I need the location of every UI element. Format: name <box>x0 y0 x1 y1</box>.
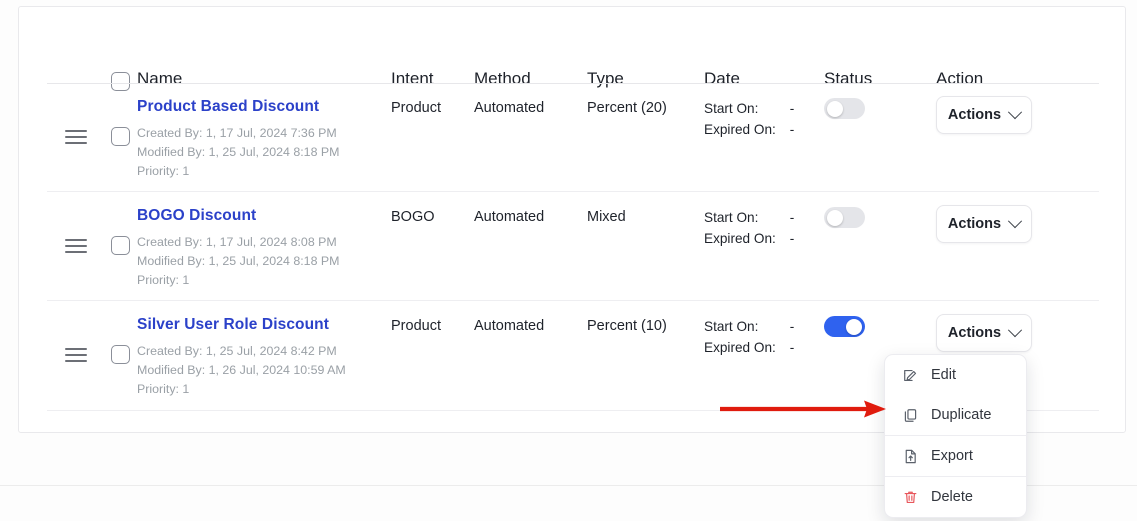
row-divider <box>47 191 1099 192</box>
checkbox-box <box>111 127 130 146</box>
drag-handle-icon[interactable] <box>65 130 87 144</box>
delete-icon <box>902 489 919 506</box>
actions-dropdown-menu: Edit Duplicate Export Delete <box>884 354 1027 518</box>
row-checkbox[interactable] <box>111 345 130 364</box>
column-header-intent[interactable]: Intent <box>391 69 434 89</box>
drag-handle-icon[interactable] <box>65 348 87 362</box>
cell-method: Automated <box>474 318 545 334</box>
row-created-meta: Created By: 1, 17 Jul, 2024 7:36 PM <box>137 126 337 140</box>
row-created-meta: Created By: 1, 17 Jul, 2024 8:08 PM <box>137 235 337 249</box>
date-start-value: - <box>789 101 795 116</box>
cell-type: Percent (10) <box>587 318 667 334</box>
menu-item-label: Duplicate <box>931 407 992 423</box>
column-header-date[interactable]: Date <box>704 69 740 89</box>
drag-handle-icon[interactable] <box>65 239 87 253</box>
actions-button[interactable]: Actions <box>936 314 1032 352</box>
date-expired-label: Expired On: <box>704 122 776 137</box>
actions-button-label: Actions <box>947 216 1002 232</box>
actions-button[interactable]: Actions <box>936 96 1032 134</box>
cell-date: Start On: - Expired On: - <box>704 207 794 249</box>
date-start-label: Start On: <box>704 210 759 225</box>
table-row: Product Based Discount Created By: 1, 17… <box>19 91 1127 192</box>
column-header-status[interactable]: Status <box>824 69 872 89</box>
annotation-arrow <box>718 396 890 422</box>
chevron-down-icon <box>1008 105 1023 120</box>
cell-type: Mixed <box>587 209 626 225</box>
date-start-label: Start On: <box>704 319 759 334</box>
edit-icon <box>902 367 919 384</box>
status-toggle[interactable] <box>824 316 865 337</box>
checkbox-box <box>111 236 130 255</box>
table-header: Name Intent Method Type Date Status Acti… <box>19 31 1127 91</box>
column-header-action: Action <box>936 69 984 88</box>
date-expired-value: - <box>789 231 795 246</box>
cell-type: Percent (20) <box>587 100 667 116</box>
row-priority-meta: Priority: 1 <box>137 273 190 287</box>
date-start-value: - <box>789 319 795 334</box>
row-modified-meta: Modified By: 1, 25 Jul, 2024 8:18 PM <box>137 145 340 159</box>
row-checkbox[interactable] <box>111 127 130 146</box>
checkbox-box <box>111 72 130 91</box>
chevron-down-icon <box>1008 214 1023 229</box>
menu-item-edit[interactable]: Edit <box>885 355 1026 395</box>
checkbox-box <box>111 345 130 364</box>
toggle-knob <box>827 100 843 117</box>
cell-intent: Product <box>391 318 441 334</box>
row-modified-meta: Modified By: 1, 26 Jul, 2024 10:59 AM <box>137 363 346 377</box>
menu-item-duplicate[interactable]: Duplicate <box>885 395 1026 435</box>
cell-intent: BOGO <box>391 209 435 225</box>
actions-button-label: Actions <box>947 107 1002 123</box>
select-all-checkbox[interactable] <box>111 72 130 91</box>
cell-intent: Product <box>391 100 441 116</box>
cell-method: Automated <box>474 209 545 225</box>
cell-date: Start On: - Expired On: - <box>704 98 794 140</box>
column-header-type[interactable]: Type <box>587 69 624 89</box>
menu-item-label: Edit <box>931 367 956 383</box>
row-created-meta: Created By: 1, 25 Jul, 2024 8:42 PM <box>137 344 337 358</box>
discount-name-link[interactable]: Silver User Role Discount <box>137 316 329 334</box>
header-divider <box>47 83 1099 84</box>
row-checkbox[interactable] <box>111 236 130 255</box>
row-divider <box>47 300 1099 301</box>
row-priority-meta: Priority: 1 <box>137 164 190 178</box>
menu-item-label: Export <box>931 448 973 464</box>
export-icon <box>902 448 919 465</box>
table-row: BOGO Discount Created By: 1, 17 Jul, 202… <box>19 200 1127 301</box>
menu-item-delete[interactable]: Delete <box>885 477 1026 517</box>
duplicate-icon <box>902 407 919 424</box>
toggle-knob <box>827 209 843 226</box>
status-toggle[interactable] <box>824 207 865 228</box>
row-modified-meta: Modified By: 1, 25 Jul, 2024 8:18 PM <box>137 254 340 268</box>
row-priority-meta: Priority: 1 <box>137 382 190 396</box>
date-expired-label: Expired On: <box>704 231 776 246</box>
date-start-value: - <box>789 210 795 225</box>
status-toggle[interactable] <box>824 98 865 119</box>
cell-method: Automated <box>474 100 545 116</box>
date-expired-label: Expired On: <box>704 340 776 355</box>
cell-date: Start On: - Expired On: - <box>704 316 794 358</box>
toggle-knob <box>846 318 862 335</box>
discount-name-link[interactable]: Product Based Discount <box>137 98 319 116</box>
date-expired-value: - <box>789 340 795 355</box>
actions-button[interactable]: Actions <box>936 205 1032 243</box>
date-expired-value: - <box>789 122 795 137</box>
chevron-down-icon <box>1008 323 1023 338</box>
menu-item-export[interactable]: Export <box>885 436 1026 476</box>
menu-item-label: Delete <box>931 489 973 505</box>
actions-button-label: Actions <box>947 325 1002 341</box>
discount-name-link[interactable]: BOGO Discount <box>137 207 256 225</box>
column-header-method[interactable]: Method <box>474 69 531 89</box>
column-header-name[interactable]: Name <box>137 69 182 89</box>
date-start-label: Start On: <box>704 101 759 116</box>
